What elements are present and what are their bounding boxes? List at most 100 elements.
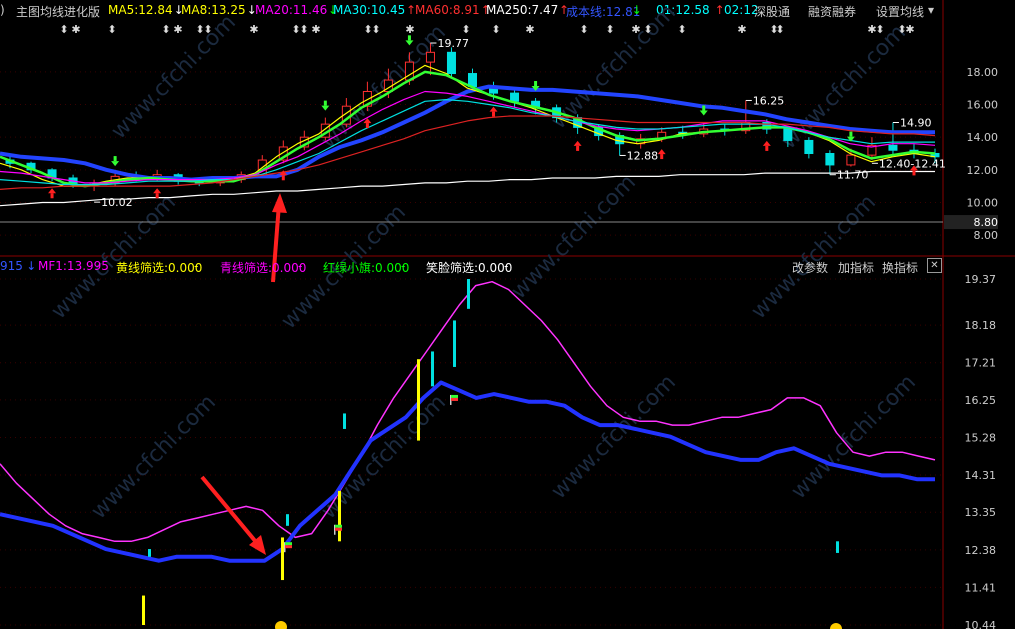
candle-body — [425, 51, 435, 63]
watermark-text: www.cfchi.com — [87, 390, 221, 524]
sell-signal-icon — [702, 105, 706, 111]
smiley-icon — [275, 621, 287, 629]
cyan-filter-bar — [286, 514, 289, 526]
price-annotation: 14.90 — [900, 116, 932, 129]
sell-signal-icon — [323, 100, 327, 106]
indicator-tick-label: 16.25 — [965, 394, 997, 407]
indicator-tick-label: 12.38 — [965, 544, 997, 557]
price-tick-label: 8.00 — [974, 229, 999, 242]
buy-signal-icon — [762, 140, 771, 146]
signal-marker: ✱ — [311, 23, 320, 36]
signal-marker: ✱ — [71, 23, 80, 36]
watermark-text: www.cfchi.com — [507, 170, 641, 304]
buy-signal-icon — [281, 175, 285, 181]
legend-trend-arrow: ↓ — [26, 259, 37, 273]
signal-marker: ⬍ — [491, 23, 500, 36]
buy-signal-icon — [489, 106, 498, 112]
indicator-tick-label: 11.41 — [965, 581, 997, 594]
cyan-filter-bar — [148, 549, 151, 557]
candle-body — [825, 153, 835, 166]
buy-signal-icon — [155, 193, 159, 199]
legend-trend-arrow: - — [298, 259, 303, 273]
candle-body — [446, 51, 456, 75]
buy-signal-icon — [576, 145, 580, 151]
chart-area: www.cfchi.com www.cfchi.com www.cfchi.com w… — [0, 0, 1015, 629]
signal-marker: ✱ — [905, 23, 914, 36]
signal-marker: ⬍ — [203, 23, 212, 36]
price-tick-label: 18.00 — [967, 66, 999, 79]
signal-marker: ✱ — [249, 23, 258, 36]
red-green-flag-icon — [335, 524, 342, 528]
indicator-legend-bar: 915 ↓ MF1:13.995 黄线筛选:0.000- 青线筛选:0.000- 红绿小旗… — [0, 258, 1015, 276]
legend-indicator-value: 红绿小旗:0.000 — [323, 261, 410, 275]
indicator-tick-label: 10.44 — [965, 619, 997, 629]
signal-marker: ✱ — [525, 23, 534, 36]
watermark-text: www.cfchi.com — [547, 0, 681, 134]
signal-marker: ✱ — [405, 23, 414, 36]
yellow-filter-bar — [417, 359, 420, 441]
candle-body — [888, 144, 898, 151]
price-tick-label: 12.00 — [967, 164, 999, 177]
legend-trend-arrow: - — [401, 259, 406, 273]
signal-marker: ⬍ — [605, 23, 614, 36]
candle-body — [804, 139, 814, 155]
indicator-tick-label: 17.21 — [965, 357, 997, 370]
legend-indicator-value: 915 — [0, 259, 23, 273]
buy-signal-icon — [48, 188, 57, 194]
cyan-filter-bar — [431, 351, 434, 387]
candle-body — [846, 154, 856, 166]
legend-trend-arrow: - — [504, 259, 509, 273]
sell-signal-icon — [849, 131, 853, 137]
price-tick-label: 14.00 — [967, 131, 999, 144]
watermark-text: www.cfchi.com — [317, 390, 451, 524]
indicator-button[interactable]: 换指标 — [882, 259, 918, 276]
indicator-button[interactable]: 改参数 — [792, 259, 828, 276]
cyan-filter-bar — [453, 320, 456, 367]
sell-signal-icon — [699, 110, 708, 116]
indicator-button[interactable]: 加指标 — [838, 259, 874, 276]
legend-indicator-value: 黄线筛选:0.000 — [116, 261, 203, 275]
signal-marker: ⬍ — [161, 23, 170, 36]
signal-marker: ✱ — [631, 23, 640, 36]
legend-indicator-value: MF1:13.995 — [38, 259, 109, 273]
cyan-filter-bar — [836, 541, 839, 553]
price-annotation: 12.88 — [627, 149, 659, 162]
red-green-flag-icon — [285, 545, 292, 549]
buy-signal-icon — [365, 123, 369, 129]
yellow-filter-bar — [142, 595, 145, 625]
red-green-flag-icon — [451, 397, 458, 401]
current-price-label: 8.80 — [974, 216, 999, 229]
signal-marker: ⬍ — [461, 23, 470, 36]
legend-trend-arrow: - — [194, 259, 199, 273]
sell-signal-icon — [534, 81, 538, 87]
red-green-flag-icon — [451, 394, 458, 398]
red-pointer-arrow-head — [272, 193, 287, 213]
smiley-icon — [830, 623, 842, 629]
signal-marker: ⬍ — [107, 23, 116, 36]
red-pointer-arrow — [200, 475, 258, 544]
signal-marker: ⬍ — [875, 23, 884, 36]
candle-body — [783, 128, 793, 141]
indicator-line — [0, 280, 936, 543]
close-icon[interactable]: ✕ — [927, 258, 942, 273]
indicator-tick-label: 18.18 — [965, 319, 997, 332]
signal-marker: ⬍ — [775, 23, 784, 36]
candle-body — [510, 92, 520, 102]
signal-marker: ⬍ — [59, 23, 68, 36]
signal-marker: ✱ — [173, 23, 182, 36]
red-green-flag-icon — [335, 527, 342, 531]
sell-signal-icon — [321, 105, 330, 111]
price-annotation: 10.02 — [101, 196, 133, 209]
yellow-filter-bar — [338, 490, 341, 542]
indicator-y-axis: 19.3718.1817.2116.2515.2814.3113.3512.38… — [965, 273, 997, 629]
buy-signal-icon — [573, 140, 582, 146]
legend-indicator-value: 青线筛选:0.000 — [220, 261, 307, 275]
price-annotation: 19.77 — [437, 37, 469, 50]
signal-marker: ⬍ — [299, 23, 308, 36]
signal-marker: ⬍ — [371, 23, 380, 36]
cyan-filter-bar — [467, 279, 470, 309]
buy-signal-icon — [153, 188, 162, 194]
indicator-tick-label: 13.35 — [965, 506, 997, 519]
buy-signal-icon — [657, 149, 666, 155]
annotation-arrows — [200, 193, 287, 555]
